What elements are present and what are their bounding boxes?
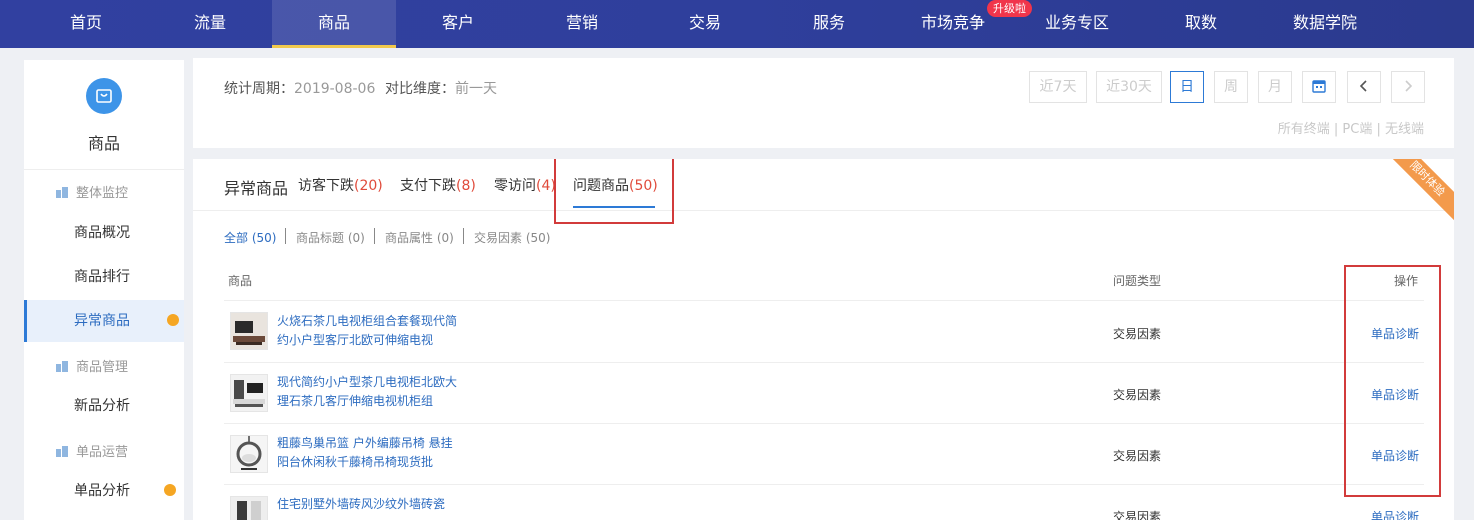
terminal-filter[interactable]: 所有终端 | PC端 | 无线端: [1278, 118, 1424, 137]
abnormal-products-panel: 异常商品 访客下跌(20) 支付下跌(8) 零访问(4) 问题商品(50) 限时…: [193, 159, 1454, 520]
divider: [285, 228, 286, 244]
nav-traffic[interactable]: 流量: [148, 0, 272, 48]
panel-title: 异常商品: [224, 179, 289, 198]
nav-data-fetch[interactable]: 取数: [1139, 0, 1263, 48]
nav-products[interactable]: 商品: [272, 0, 396, 48]
sidebar-group-label: 商品管理: [76, 360, 129, 375]
product-thumbnail[interactable]: [230, 374, 268, 412]
tab-label: 支付下跌: [400, 178, 456, 194]
divider: [193, 210, 1454, 211]
calendar-icon: [1312, 80, 1326, 93]
sidebar-item-abnormal-products[interactable]: 异常商品: [24, 300, 184, 342]
highlight-box: [1344, 265, 1441, 497]
compare-label-text: 对比维度：: [385, 81, 455, 97]
tab-count: (8): [456, 178, 476, 194]
divider: [463, 228, 464, 244]
sidebar-group-label: 单品运营: [76, 445, 129, 460]
product-thumbnail[interactable]: [230, 312, 268, 350]
product-thumbnail[interactable]: [230, 496, 268, 520]
calendar-button[interactable]: [1302, 71, 1336, 103]
divider: [24, 169, 184, 170]
divider: [224, 423, 1424, 424]
product-name-link[interactable]: 火烧石茶几电视柜组合套餐现代简约小户型客厅北欧可伸缩电视: [277, 312, 457, 350]
product-thumbnail[interactable]: [230, 435, 268, 473]
nav-home[interactable]: 首页: [24, 0, 148, 48]
trial-ribbon: 限时体验: [1381, 159, 1454, 225]
next-button[interactable]: [1391, 71, 1425, 103]
building-icon: [56, 361, 68, 372]
subfilter-all[interactable]: 全部 (50): [224, 229, 276, 246]
sidebar-group-label: 整体监控: [76, 186, 129, 201]
sidebar-group-single-ops: 单品运营: [56, 441, 128, 460]
divider: [224, 362, 1424, 363]
sidebar-item-product-overview[interactable]: 商品概况: [24, 212, 184, 254]
divider: [374, 228, 375, 244]
day-button[interactable]: 日: [1170, 71, 1204, 103]
filter-panel: 统计周期：2019-08-06 对比维度：前一天 近7天 近30天 日 周 月 …: [193, 58, 1454, 148]
last-30-days-button[interactable]: 近30天: [1096, 71, 1162, 103]
subfilter-title[interactable]: 商品标题 (0): [296, 229, 365, 246]
divider: [224, 300, 1424, 301]
tab-label: 零访问: [494, 178, 536, 194]
tab-payment-drop[interactable]: 支付下跌(8): [400, 175, 476, 195]
nav-business-zone[interactable]: 业务专区: [1015, 0, 1139, 48]
sidebar: 商品 整体监控 商品概况 商品排行 异常商品 商品管理 新品分析 单品运营 单品…: [24, 60, 184, 520]
sidebar-item-label: 商品概况: [74, 225, 130, 241]
tab-visitor-drop[interactable]: 访客下跌(20): [298, 175, 383, 195]
column-header-product: 商品: [228, 274, 253, 288]
notification-dot: [167, 314, 179, 326]
upgrade-badge: 升级啦: [987, 0, 1032, 17]
sidebar-title: 商品: [87, 134, 120, 153]
nav-data-academy[interactable]: 数据学院: [1263, 0, 1387, 48]
month-button[interactable]: 月: [1258, 71, 1292, 103]
prev-button[interactable]: [1347, 71, 1381, 103]
highlight-box: [554, 159, 674, 224]
product-name-link[interactable]: 现代简约小户型茶几电视柜北欧大理石茶几客厅伸缩电视机柜组: [277, 373, 457, 411]
tab-count: (20): [354, 178, 383, 194]
sidebar-item-label: 单品分析: [74, 483, 130, 499]
sidebar-item-label: 商品排行: [74, 269, 130, 285]
sidebar-item-new-product-analysis[interactable]: 新品分析: [24, 385, 184, 427]
last-7-days-button[interactable]: 近7天: [1029, 71, 1087, 103]
compare-label: 对比维度：前一天: [385, 78, 497, 98]
period-label-text: 统计周期：: [224, 81, 294, 97]
sidebar-item-label: 新品分析: [74, 398, 130, 414]
subfilter-attributes[interactable]: 商品属性 (0): [385, 229, 454, 246]
sidebar-item-label: 异常商品: [74, 313, 130, 329]
problem-type: 交易因素: [1113, 510, 1162, 520]
compare-value: 前一天: [455, 81, 497, 97]
nav-transactions[interactable]: 交易: [643, 0, 767, 48]
top-nav: 首页 流量 商品 客户 营销 交易 服务 市场竞争 业务专区 取数 数据学院 升…: [0, 0, 1474, 48]
period-label: 统计周期：2019-08-06: [224, 78, 375, 98]
product-name-link[interactable]: 住宅别墅外墙砖风沙纹外墙砖瓷: [277, 495, 457, 514]
nav-customers[interactable]: 客户: [396, 0, 520, 48]
column-header-type: 问题类型: [1113, 274, 1162, 288]
product-name-link[interactable]: 粗藤鸟巢吊篮 户外编藤吊椅 悬挂阳台休闲秋千藤椅吊椅现货批: [277, 434, 457, 472]
sidebar-item-single-product-analysis[interactable]: 单品分析: [24, 470, 184, 512]
building-icon: [56, 187, 68, 198]
chevron-right-icon: [1405, 80, 1413, 92]
nav-marketing[interactable]: 营销: [520, 0, 644, 48]
problem-type: 交易因素: [1113, 449, 1162, 463]
problem-type: 交易因素: [1113, 388, 1162, 402]
tab-zero-visits[interactable]: 零访问(4): [494, 175, 556, 195]
week-button[interactable]: 周: [1214, 71, 1248, 103]
tab-count: (4): [536, 178, 556, 194]
sidebar-group-overall: 整体监控: [56, 182, 128, 201]
chevron-left-icon: [1359, 80, 1367, 92]
sidebar-item-product-ranking[interactable]: 商品排行: [24, 256, 184, 298]
tab-label: 访客下跌: [298, 178, 354, 194]
nav-service[interactable]: 服务: [767, 0, 891, 48]
sidebar-group-management: 商品管理: [56, 356, 128, 375]
building-icon: [56, 446, 68, 457]
shopping-bag-icon: [86, 78, 122, 114]
divider: [224, 484, 1424, 485]
period-value: 2019-08-06: [294, 81, 376, 97]
subfilter-transaction[interactable]: 交易因素 (50): [474, 229, 550, 246]
problem-type: 交易因素: [1113, 327, 1162, 341]
single-diagnosis-link[interactable]: 单品诊断: [1371, 508, 1419, 520]
notification-dot: [164, 484, 176, 496]
